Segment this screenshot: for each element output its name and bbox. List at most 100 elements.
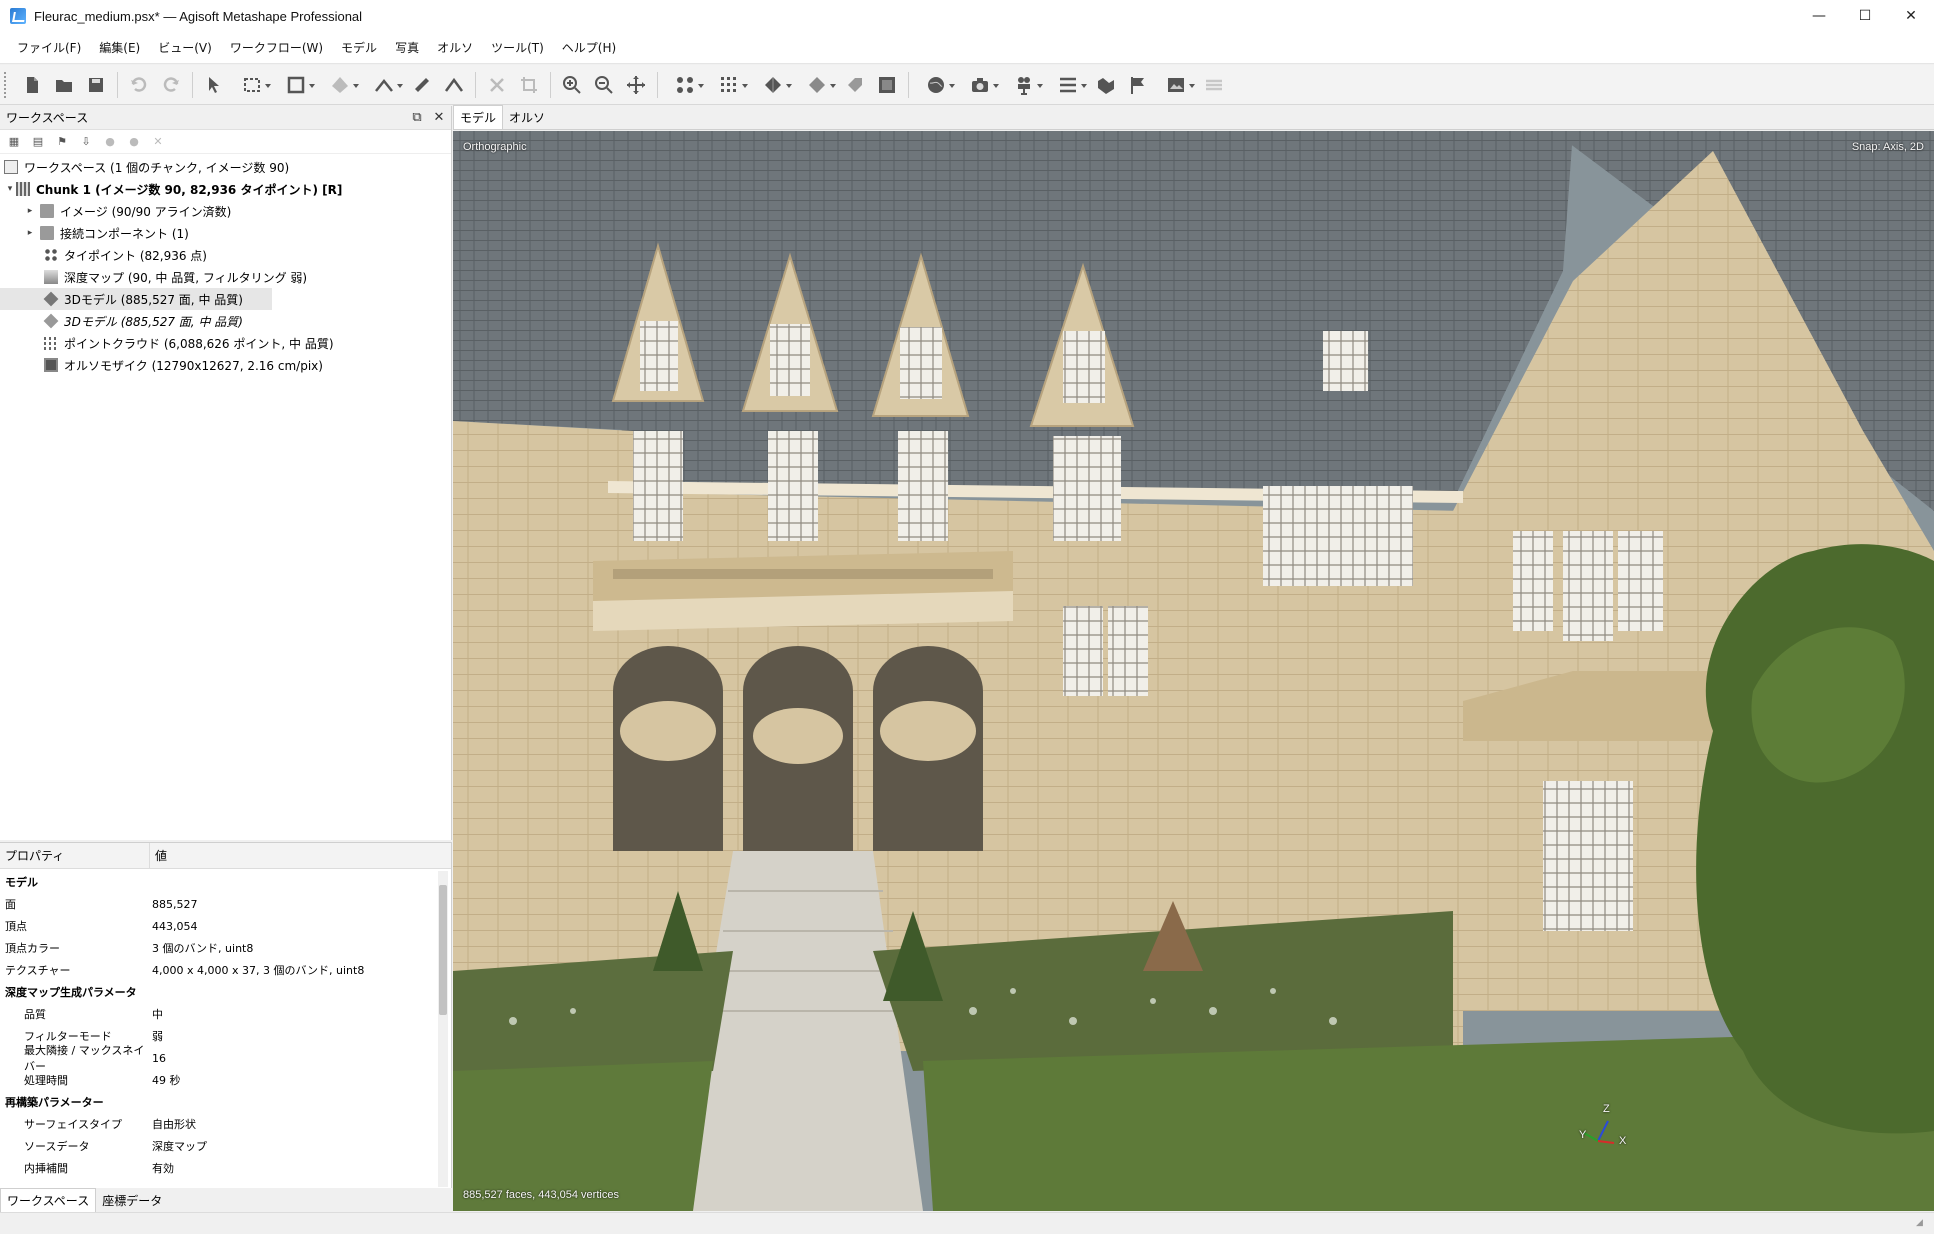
window-controls: — ☐ ✕ xyxy=(1796,0,1934,32)
markers-button[interactable] xyxy=(839,69,871,101)
tab-model[interactable]: モデル xyxy=(453,105,504,129)
disable-icon[interactable]: ● xyxy=(124,132,144,152)
zoom-in-button[interactable] xyxy=(556,69,588,101)
menu-workflow[interactable]: ワークフロー(W) xyxy=(221,39,332,56)
delete-selection-button[interactable] xyxy=(481,69,513,101)
expand-arrow-icon[interactable]: ▸ xyxy=(24,205,36,217)
tree-item-label: 接続コンポーネント (1) xyxy=(60,226,189,241)
expand-arrow-icon[interactable]: ▸ xyxy=(24,227,36,239)
menu-edit[interactable]: 編集(E) xyxy=(90,39,149,56)
tree-item-tie-points[interactable]: タイポイント (82,936 点) xyxy=(0,244,451,266)
property-row: 品質 中 xyxy=(0,1003,435,1025)
tree-item-workspace[interactable]: ワークスペース (1 個のチャンク, イメージ数 90) xyxy=(0,156,451,178)
video-camera-button[interactable] xyxy=(1002,69,1046,101)
draw-shape-button[interactable] xyxy=(318,69,362,101)
add-photos-icon[interactable]: ▤ xyxy=(28,132,48,152)
value-column-header[interactable]: 値 xyxy=(150,843,167,868)
tie-points-icon xyxy=(677,76,693,93)
window-title: Fleurac_medium.psx* — Agisoft Metashape … xyxy=(34,8,363,24)
depth-map-icon xyxy=(44,270,58,284)
tiled-model-button[interactable] xyxy=(795,69,839,101)
model-view-button[interactable] xyxy=(751,69,795,101)
polyline-tool-button[interactable] xyxy=(438,69,470,101)
flag-icon xyxy=(1131,76,1144,94)
projection-label: Orthographic xyxy=(463,141,527,153)
view-tabs: モデル オルソ xyxy=(453,105,1934,130)
close-icon[interactable]: ✕ xyxy=(431,109,447,125)
scrollbar-thumb[interactable] xyxy=(439,885,447,1015)
property-row: 面 885,527 xyxy=(0,893,435,915)
add-marker-icon[interactable]: ⇩ xyxy=(76,132,96,152)
tree-item-orthomosaic[interactable]: オルソモザイク (12790x12627, 2.16 cm/pix) xyxy=(0,354,451,376)
navigation-button[interactable] xyxy=(198,69,230,101)
draw-polyline-button[interactable] xyxy=(362,69,406,101)
menu-photo[interactable]: 写真 xyxy=(386,39,428,56)
property-value: 49 秒 xyxy=(152,1074,181,1087)
remove-icon[interactable]: ✕ xyxy=(148,132,168,152)
point-cloud-view-button[interactable] xyxy=(707,69,751,101)
maximize-button[interactable]: ☐ xyxy=(1842,0,1888,32)
model-icon xyxy=(43,291,59,307)
ruler-button[interactable] xyxy=(406,69,438,101)
menu-tools[interactable]: ツール(T) xyxy=(482,39,553,56)
tree-item-components[interactable]: ▸ 接続コンポーネント (1) xyxy=(0,222,451,244)
tree-item-point-cloud[interactable]: ポイントクラウド (6,088,626 ポイント, 中 品質) xyxy=(0,332,451,354)
collapse-arrow-icon[interactable]: ▾ xyxy=(4,183,16,195)
add-chunk-icon[interactable]: ▦ xyxy=(4,132,24,152)
globe-view-button[interactable] xyxy=(914,69,958,101)
cameras-button[interactable] xyxy=(958,69,1002,101)
layers-icon xyxy=(1206,79,1222,90)
menu-ortho[interactable]: オルソ xyxy=(428,39,482,56)
tree-item-depth-maps[interactable]: 深度マップ (90, 中 品質, フィルタリング 弱) xyxy=(0,266,451,288)
cursor-arrow-icon xyxy=(209,76,219,93)
flag-button[interactable] xyxy=(1122,69,1154,101)
zoom-out-button[interactable] xyxy=(588,69,620,101)
tab-reference[interactable]: 座標データ xyxy=(96,1189,168,1212)
tab-ortho[interactable]: オルソ xyxy=(503,106,551,129)
resize-grip-icon[interactable]: ◢ xyxy=(1916,1218,1928,1230)
layers-button[interactable] xyxy=(1198,69,1230,101)
tab-workspace[interactable]: ワークスペース xyxy=(0,1188,97,1212)
property-value: 16 xyxy=(152,1051,166,1065)
redo-button[interactable] xyxy=(155,69,187,101)
undo-button[interactable] xyxy=(123,69,155,101)
model-viewport[interactable]: Orthographic Snap: Axis, 2D 885,527 face… xyxy=(453,131,1934,1211)
menu-help[interactable]: ヘルプ(H) xyxy=(553,39,625,56)
menu-file[interactable]: ファイル(F) xyxy=(8,39,90,56)
redo-icon xyxy=(163,76,179,92)
dem-button[interactable] xyxy=(871,69,903,101)
menu-view[interactable]: ビュー(V) xyxy=(149,39,221,56)
rectangle-selection-button[interactable] xyxy=(230,69,274,101)
menu-model[interactable]: モデル xyxy=(332,39,386,56)
tree-item-chunk[interactable]: ▾ Chunk 1 (イメージ数 90, 82,936 タイポイント) [R] xyxy=(0,178,451,200)
axis-x-label: X xyxy=(1619,1135,1627,1147)
property-row: 内挿補間 有効 xyxy=(0,1157,435,1179)
add-folder-icon[interactable]: ⚑ xyxy=(52,132,72,152)
open-button[interactable] xyxy=(48,69,80,101)
resize-region-button[interactable] xyxy=(274,69,318,101)
property-key: 面 xyxy=(5,898,16,911)
property-column-header[interactable]: プロパティ xyxy=(0,843,150,868)
snap-label: Snap: Axis, 2D xyxy=(1851,141,1924,153)
new-button[interactable] xyxy=(16,69,48,101)
crop-selection-button[interactable] xyxy=(513,69,545,101)
close-button[interactable]: ✕ xyxy=(1888,0,1934,32)
shapes-button[interactable] xyxy=(1090,69,1122,101)
toolbar-grip[interactable] xyxy=(4,71,10,98)
tie-points-view-button[interactable] xyxy=(663,69,707,101)
properties-scrollbar[interactable] xyxy=(438,871,448,1187)
save-button[interactable] xyxy=(80,69,112,101)
image-overlay-button[interactable] xyxy=(1154,69,1198,101)
menu-lines-button[interactable] xyxy=(1046,69,1090,101)
workspace-panel: ワークスペース ⧉ ✕ ▦ ▤ ⚑ ⇩ ● ● ✕ ワークスペース (1 個のチ… xyxy=(0,106,452,840)
enable-icon[interactable]: ● xyxy=(100,132,120,152)
minimize-button[interactable]: — xyxy=(1796,0,1842,32)
properties-table: モデル 面 885,527 頂点 443,054 頂点カラー 3 個のバンド, uin… xyxy=(0,871,435,1179)
reset-view-button[interactable] xyxy=(620,69,652,101)
tree-item-images[interactable]: ▸ イメージ (90/90 アライン済数) xyxy=(0,200,451,222)
tree-item-3d-model[interactable]: 3Dモデル (885,527 面, 中 品質) xyxy=(0,288,272,310)
undock-icon[interactable]: ⧉ xyxy=(409,109,425,125)
chateau-3d-model xyxy=(453,131,1934,1211)
tree-item-3d-model-inactive[interactable]: 3Dモデル (885,527 面, 中 品質) xyxy=(0,310,451,332)
property-key: 深度マップ生成パラメータ xyxy=(5,986,137,999)
